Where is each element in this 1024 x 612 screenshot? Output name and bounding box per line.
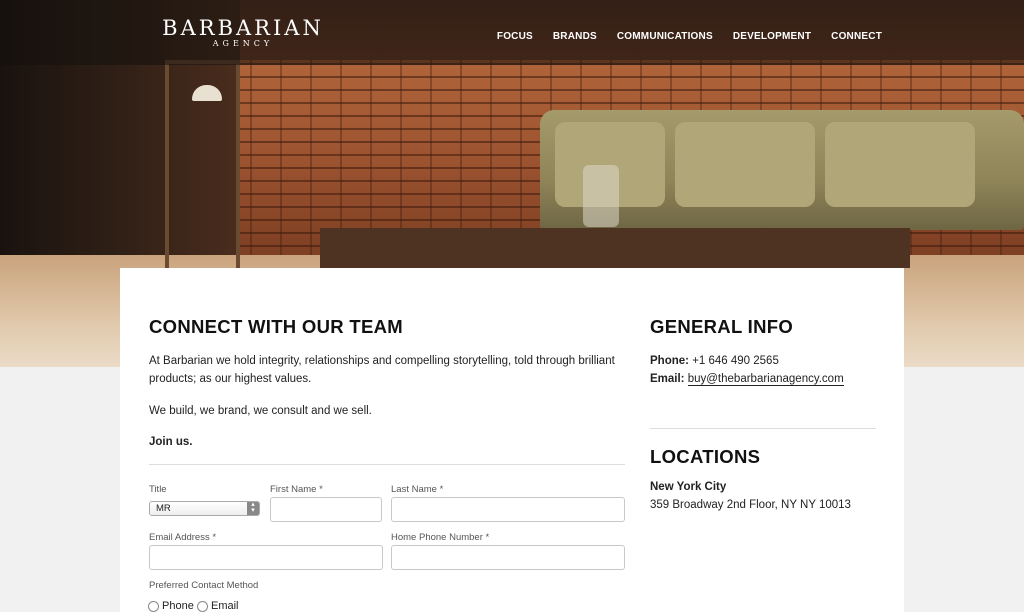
build-paragraph: We build, we brand, we consult and we se… [149, 405, 372, 417]
logo-wordmark: BARBARIAN [162, 16, 324, 40]
main-nav: FOCUS BRANDS COMMUNICATIONS DEVELOPMENT … [497, 31, 882, 42]
phone-field[interactable] [391, 545, 625, 570]
info-column: GENERAL INFO Phone: +1 646 490 2565 Emai… [650, 316, 876, 511]
divider [149, 464, 625, 465]
radio-phone-label: Phone [162, 600, 194, 612]
location-city: New York City [650, 481, 727, 493]
phone-value[interactable]: +1 646 490 2565 [692, 355, 779, 367]
title-label: Title [149, 484, 167, 495]
email-label: Email: [650, 373, 685, 385]
top-navbar: BARBARIAN AGENCY FOCUS BRANDS COMMUNICAT… [0, 0, 1024, 65]
location-address: 359 Broadway 2nd Floor, NY NY 10013 [650, 499, 851, 511]
connect-title: CONNECT WITH OUR TEAM [149, 316, 403, 337]
radio-email[interactable] [197, 601, 208, 612]
first-name-label: First Name * [270, 484, 323, 495]
general-info-title: GENERAL INFO [650, 316, 794, 337]
decanter [583, 165, 619, 227]
logo-tagline: AGENCY [212, 39, 274, 48]
email-line: Email: buy@thebarbarianagency.com [650, 370, 876, 388]
nav-item-focus[interactable]: FOCUS [497, 31, 533, 42]
divider [650, 428, 876, 429]
select-arrows-icon: ▴ ▾ [247, 501, 259, 515]
nav-item-development[interactable]: DEVELOPMENT [733, 31, 811, 42]
locations-title: LOCATIONS [650, 446, 761, 467]
title-select[interactable]: MR ▴ ▾ [149, 501, 260, 516]
sofa-cushion [825, 122, 975, 207]
nav-item-brands[interactable]: BRANDS [553, 31, 597, 42]
nav-item-communications[interactable]: COMMUNICATIONS [617, 31, 713, 42]
email-link[interactable]: buy@thebarbarianagency.com [687, 373, 844, 386]
coffee-table [320, 228, 910, 268]
radio-email-label: Email [211, 600, 239, 612]
phone-label: Phone: [650, 355, 689, 367]
phone-line: Phone: +1 646 490 2565 [650, 352, 876, 370]
nav-item-connect[interactable]: CONNECT [831, 31, 882, 42]
phone-label: Home Phone Number * [391, 532, 490, 543]
email-label: Email Address * [149, 532, 217, 543]
sofa-cushion [675, 122, 815, 207]
first-name-field[interactable] [270, 497, 382, 522]
logo[interactable]: BARBARIAN AGENCY [144, 16, 342, 48]
connect-section: CONNECT WITH OUR TEAM At Barbarian we ho… [149, 316, 625, 465]
last-name-label: Last Name * [391, 484, 444, 495]
title-select-value: MR [156, 503, 171, 514]
content-card: CONNECT WITH OUR TEAM At Barbarian we ho… [120, 268, 904, 612]
last-name-field[interactable] [391, 497, 625, 522]
contact-method-label: Preferred Contact Method [149, 580, 259, 591]
radio-phone[interactable] [148, 601, 159, 612]
join-text: Join us. [149, 436, 193, 448]
email-field[interactable] [149, 545, 383, 570]
intro-paragraph: At Barbarian we hold integrity, relation… [149, 355, 615, 385]
